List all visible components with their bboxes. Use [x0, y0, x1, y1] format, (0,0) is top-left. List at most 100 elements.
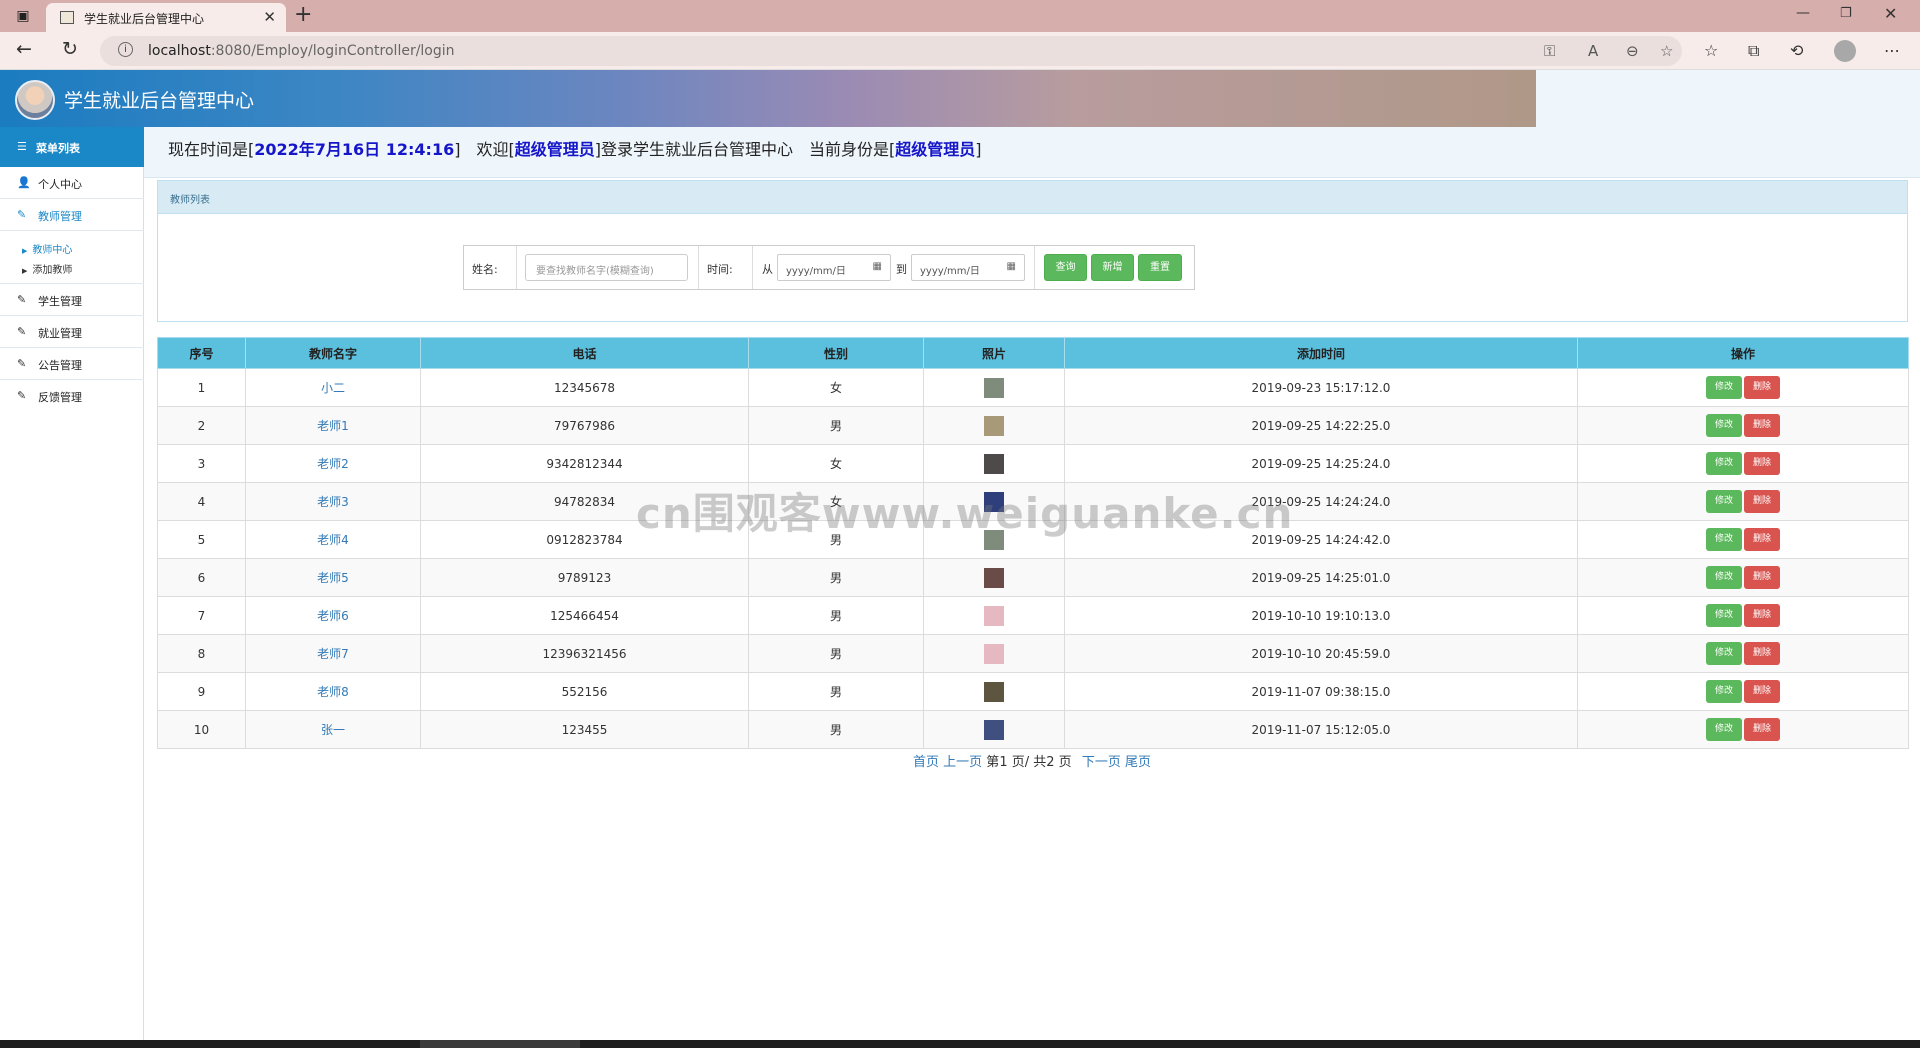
row-number: 2 — [157, 406, 246, 445]
reset-button[interactable]: 重置 — [1138, 254, 1182, 281]
delete-button[interactable]: 删除 — [1744, 528, 1780, 551]
tab-close-icon[interactable]: ✕ — [263, 8, 276, 26]
back-icon[interactable]: ← — [16, 38, 32, 60]
delete-button[interactable]: 删除 — [1744, 452, 1780, 475]
teacher-name-cell: 老师3 — [245, 482, 421, 521]
delete-button[interactable]: 删除 — [1744, 414, 1780, 437]
calendar-icon[interactable]: ▦ — [1007, 261, 1016, 272]
delete-button[interactable]: 删除 — [1744, 566, 1780, 589]
edit-button[interactable]: 修改 — [1706, 642, 1742, 665]
phone-cell: 9789123 — [420, 558, 749, 597]
query-button[interactable]: 查询 — [1044, 254, 1087, 281]
edit-button[interactable]: 修改 — [1706, 528, 1742, 551]
next-page-link[interactable]: 下一页 — [1082, 755, 1121, 770]
sidebar-item-student-management[interactable]: ✎ 学生管理 — [0, 284, 144, 316]
sidebar-item-notice-management[interactable]: ✎ 公告管理 — [0, 348, 144, 380]
window-minimize-icon[interactable]: — — [1796, 5, 1810, 21]
teacher-name-link[interactable]: 小二 — [321, 381, 345, 395]
edit-button[interactable]: 修改 — [1706, 414, 1742, 437]
zoom-icon[interactable]: ⊖ — [1626, 42, 1639, 60]
delete-button[interactable]: 删除 — [1744, 718, 1780, 741]
sidebar-item-feedback-management[interactable]: ✎ 反馈管理 — [0, 380, 144, 412]
teacher-name-cell: 老师8 — [245, 672, 421, 711]
favicon-icon — [60, 11, 74, 24]
edit-button[interactable]: 修改 — [1706, 680, 1742, 703]
table-row: 2 老师1 79767986 男 2019-09-25 14:22:25.0 修改 删除 — [157, 406, 1909, 445]
delete-button[interactable]: 删除 — [1744, 680, 1780, 703]
tab-actions-icon[interactable]: ▣ — [10, 7, 36, 25]
tab-title: 学生就业后台管理中心 — [84, 12, 205, 26]
delete-button[interactable]: 删除 — [1744, 490, 1780, 513]
list-icon: ☰ — [17, 140, 27, 153]
collections-icon[interactable]: ⧉ — [1748, 41, 1759, 61]
window-close-icon[interactable]: ✕ — [1884, 4, 1897, 23]
favorites-icon[interactable]: ☆ — [1704, 41, 1718, 60]
sidebar-item-personal-center[interactable]: 👤 个人中心 — [0, 167, 144, 199]
key-icon[interactable]: ⚿ — [1544, 42, 1555, 60]
teacher-name-link[interactable]: 老师8 — [317, 685, 349, 699]
edit-button[interactable]: 修改 — [1706, 604, 1742, 627]
teacher-name-search-input[interactable]: 要查找教师名字(模糊查询) — [525, 254, 688, 281]
gender-cell: 男 — [748, 558, 924, 597]
teacher-name-link[interactable]: 张一 — [321, 723, 345, 737]
teacher-name-link[interactable]: 老师6 — [317, 609, 349, 623]
delete-button[interactable]: 删除 — [1744, 642, 1780, 665]
delete-button[interactable]: 删除 — [1744, 376, 1780, 399]
added-time-cell: 2019-09-25 14:25:24.0 — [1064, 444, 1578, 483]
phone-cell: 79767986 — [420, 406, 749, 445]
added-time-cell: 2019-09-23 15:17:12.0 — [1064, 368, 1578, 407]
edit-button[interactable]: 修改 — [1706, 376, 1742, 399]
row-number: 5 — [157, 520, 246, 559]
teacher-name-link[interactable]: 老师2 — [317, 457, 349, 471]
teacher-name-link[interactable]: 老师5 — [317, 571, 349, 585]
new-tab-icon[interactable]: + — [294, 2, 312, 27]
favorite-add-icon[interactable]: ☆ — [1660, 42, 1673, 60]
browser-address-bar: ← ↻ i localhost:8080/Employ/loginControl… — [0, 32, 1920, 70]
edit-button[interactable]: 修改 — [1706, 452, 1742, 475]
sidebar-subitem-add-teacher[interactable]: ▶ 添加教师 — [22, 261, 72, 276]
add-button[interactable]: 新增 — [1091, 254, 1134, 281]
teacher-name-cell: 老师7 — [245, 634, 421, 673]
browser-tab[interactable]: 学生就业后台管理中心 ✕ — [46, 3, 286, 32]
row-number: 3 — [157, 444, 246, 483]
teacher-name-cell: 小二 — [245, 368, 421, 407]
teacher-submenu: ▶ 教师中心 ▶ 添加教师 — [0, 232, 144, 284]
end-date-input[interactable]: yyyy/mm/日 ▦ — [911, 254, 1025, 281]
last-page-link[interactable]: 尾页 — [1125, 755, 1151, 770]
start-date-input[interactable]: yyyy/mm/日 ▦ — [777, 254, 891, 281]
window-restore-icon[interactable]: ❐ — [1840, 6, 1852, 21]
phone-cell: 125466454 — [420, 596, 749, 635]
sidebar-subitem-teacher-center[interactable]: ▶ 教师中心 — [22, 241, 72, 256]
sidebar-item-employment-management[interactable]: ✎ 就业管理 — [0, 316, 144, 348]
teacher-name-link[interactable]: 老师3 — [317, 495, 349, 509]
more-icon[interactable]: ⋯ — [1884, 41, 1900, 60]
site-info-icon[interactable]: i — [118, 42, 133, 57]
user-name: 超级管理员 — [514, 140, 595, 159]
delete-button[interactable]: 删除 — [1744, 604, 1780, 627]
column-header: 添加时间 — [1064, 337, 1578, 369]
edit-button[interactable]: 修改 — [1706, 718, 1742, 741]
table-row: 3 老师2 9342812344 女 2019-09-25 14:25:24.0 修改 删除 — [157, 444, 1909, 483]
row-number: 10 — [157, 710, 246, 749]
first-page-link[interactable]: 首页 — [913, 755, 939, 770]
teacher-photo — [984, 719, 1004, 740]
url-field[interactable]: i localhost:8080/Employ/loginController/… — [100, 36, 1682, 66]
teacher-name-link[interactable]: 老师1 — [317, 419, 349, 433]
teacher-name-link[interactable]: 老师7 — [317, 647, 349, 661]
photo-cell — [923, 406, 1065, 445]
photo-cell — [923, 444, 1065, 483]
edit-button[interactable]: 修改 — [1706, 490, 1742, 513]
teacher-name-link[interactable]: 老师4 — [317, 533, 349, 547]
menu-header: ☰ 菜单列表 — [0, 127, 144, 167]
history-icon[interactable]: ⟲ — [1790, 41, 1803, 60]
sidebar-item-teacher-management[interactable]: ✎ 教师管理 — [0, 199, 144, 231]
refresh-icon[interactable]: ↻ — [62, 38, 78, 60]
row-number: 8 — [157, 634, 246, 673]
edit-button[interactable]: 修改 — [1706, 566, 1742, 589]
teacher-name-cell: 老师5 — [245, 558, 421, 597]
user-icon: 👤 — [17, 176, 31, 189]
prev-page-link[interactable]: 上一页 — [943, 755, 982, 770]
profile-icon[interactable] — [1834, 40, 1856, 62]
read-aloud-icon[interactable]: A — [1588, 42, 1598, 60]
calendar-icon[interactable]: ▦ — [873, 261, 882, 272]
